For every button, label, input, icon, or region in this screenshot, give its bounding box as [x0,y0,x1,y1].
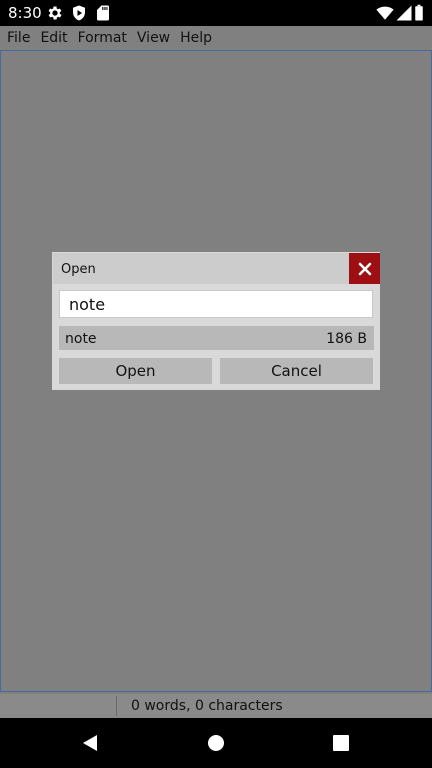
menu-help[interactable]: Help [175,26,217,50]
file-list-item[interactable]: note 186 B [59,326,374,350]
status-footer: 0 words, 0 characters [0,694,432,718]
status-bar: 8:30 [0,0,432,26]
menu-format[interactable]: Format [73,26,132,50]
open-dialog: Open note 186 B Open Cancel [52,252,380,390]
navigation-bar [0,718,432,768]
cancel-button[interactable]: Cancel [220,358,373,384]
dialog-titlebar: Open [53,253,349,284]
file-size: 186 B [326,331,367,347]
close-button[interactable] [349,253,380,284]
word-count-status: 0 words, 0 characters [131,698,283,714]
gear-icon [48,6,62,20]
back-icon[interactable] [80,733,100,753]
shield-play-icon [73,5,85,21]
footer-divider [116,696,117,716]
app-screen: 8:30 File Edit Format View Help 0 words,… [0,0,432,768]
menu-edit[interactable]: Edit [35,26,72,50]
sd-card-icon [97,5,109,21]
dialog-body: note 186 B Open Cancel [53,284,379,389]
cellular-signal-icon [396,5,412,21]
menu-view[interactable]: View [132,26,175,50]
home-icon[interactable] [206,733,226,753]
close-icon [358,262,371,275]
battery-icon [415,4,423,21]
menu-bar: File Edit Format View Help [0,26,432,50]
recents-icon[interactable] [331,733,351,753]
open-button[interactable]: Open [59,358,212,384]
menu-file[interactable]: File [2,26,35,50]
status-time: 8:30 [8,4,42,22]
dialog-title: Open [61,262,96,277]
wifi-icon [376,6,394,20]
filename-input[interactable] [59,290,373,318]
file-name: note [65,331,97,347]
